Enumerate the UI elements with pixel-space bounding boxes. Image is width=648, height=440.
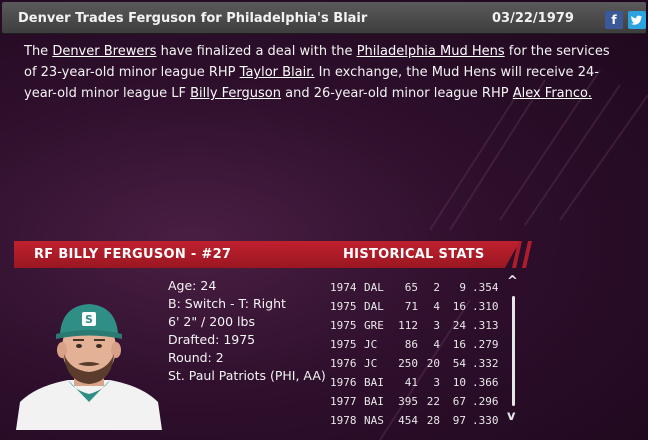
stat-hr: 4 [433, 300, 440, 313]
stat-year: 1978 [330, 414, 357, 427]
twitter-share-icon[interactable] [628, 11, 646, 29]
stat-ab: 71 [404, 300, 418, 313]
stat-year: 1977 [330, 395, 357, 408]
news-date: 03/22/1979 [492, 11, 574, 26]
stats-row: 1975 DAL 71 4 16 .310 [330, 297, 500, 316]
stat-hr: 3 [433, 376, 440, 389]
player-height-weight: 6' 2" / 200 lbs [168, 314, 255, 329]
stat-hr: 2 [433, 281, 440, 294]
stats-row: 1974 DAL 65 2 9 .354 [330, 278, 500, 297]
article-text: have finalized a deal with the [156, 44, 357, 59]
stat-rbi: 16 [452, 338, 466, 351]
stat-avg: .332 [472, 357, 499, 370]
stat-year: 1975 [330, 319, 357, 332]
stat-rbi: 10 [452, 376, 466, 389]
stat-team: NAS [364, 414, 384, 427]
stat-hr: 20 [426, 357, 440, 370]
news-header-bar: Denver Trades Ferguson for Philadelphia'… [2, 2, 646, 34]
player-draft-round: Round: 2 [168, 350, 224, 365]
stat-avg: .310 [472, 300, 499, 313]
stat-year: 1976 [330, 376, 357, 389]
stat-rbi: 97 [452, 414, 466, 427]
news-title: Denver Trades Ferguson for Philadelphia'… [18, 11, 368, 26]
stat-ab: 86 [404, 338, 418, 351]
stats-row: 1976 JC 250 20 54 .332 [330, 354, 500, 373]
stat-ab: 250 [398, 357, 418, 370]
stats-scrollbar[interactable] [512, 296, 515, 406]
stat-rbi: 9 [459, 281, 466, 294]
stat-year: 1974 [330, 281, 357, 294]
stat-ab: 112 [398, 319, 418, 332]
stats-row: 1975 JC 86 4 16 .279 [330, 335, 500, 354]
player-age: Age: 24 [168, 278, 217, 293]
stat-hr: 28 [426, 414, 440, 427]
stat-avg: .330 [472, 414, 499, 427]
stat-hr: 22 [426, 395, 440, 408]
stat-ab: 395 [398, 395, 418, 408]
stat-year: 1975 [330, 338, 357, 351]
player-team: St. Paul Patriots (PHI, AA) [168, 368, 326, 383]
stat-avg: .279 [472, 338, 499, 351]
stat-ab: 41 [404, 376, 418, 389]
player-drafted: Drafted: 1975 [168, 332, 256, 347]
player-portrait: S [16, 304, 162, 430]
player-bats-throws: B: Switch - T: Right [168, 296, 286, 311]
stats-row: 1977 BAI 395 22 67 .296 [330, 392, 500, 411]
stat-year: 1976 [330, 357, 357, 370]
historical-stats-table: 1974 DAL 65 2 9 .354 1975 DAL 71 4 16 .3… [330, 278, 500, 430]
stat-team: BAI [364, 376, 384, 389]
stat-rbi: 54 [452, 357, 466, 370]
article-text: and 26-year-old minor league RHP [280, 86, 513, 101]
stat-team: DAL [364, 300, 384, 313]
scroll-down-arrow-icon[interactable]: v [507, 409, 515, 424]
stat-rbi: 24 [452, 319, 466, 332]
news-article-body: The Denver Brewers have finalized a deal… [24, 41, 624, 104]
stat-rbi: 16 [452, 300, 466, 313]
stat-team: GRE [364, 319, 384, 332]
stat-rbi: 67 [452, 395, 466, 408]
stat-avg: .313 [472, 319, 499, 332]
stat-avg: .296 [472, 395, 499, 408]
player-name-heading[interactable]: RF BILLY FERGUSON - #27 [34, 247, 231, 262]
stats-row: 1975 GRE 112 3 24 .313 [330, 316, 500, 335]
stat-team: BAI [364, 395, 384, 408]
band-stripe-decoration [522, 241, 532, 268]
stats-row: 1978 NAS 454 28 97 .330 [330, 411, 500, 430]
stat-year: 1975 [330, 300, 357, 313]
scroll-up-arrow-icon[interactable]: ^ [507, 274, 518, 289]
stat-team: JC [364, 357, 378, 370]
team-link-philadelphia-mud-hens[interactable]: Philadelphia Mud Hens [357, 44, 505, 59]
historical-stats-heading: HISTORICAL STATS [343, 247, 485, 262]
stat-avg: .354 [472, 281, 499, 294]
stat-hr: 3 [433, 319, 440, 332]
team-link-denver-brewers[interactable]: Denver Brewers [52, 44, 156, 59]
player-link-alex-franco[interactable]: Alex Franco. [513, 86, 592, 101]
article-text: The [24, 44, 53, 59]
player-bio: Age: 24 B: Switch - T: Right 6' 2" / 200… [168, 277, 326, 385]
stat-ab: 454 [398, 414, 418, 427]
cap-logo: S [85, 313, 93, 326]
stat-hr: 4 [433, 338, 440, 351]
facebook-share-icon[interactable]: f [605, 11, 623, 29]
stats-row: 1976 BAI 41 3 10 .366 [330, 373, 500, 392]
stat-avg: .366 [472, 376, 499, 389]
player-link-taylor-blair[interactable]: Taylor Blair. [240, 65, 315, 80]
player-link-billy-ferguson[interactable]: Billy Ferguson [190, 86, 281, 101]
stat-team: JC [364, 338, 378, 351]
stat-ab: 65 [404, 281, 418, 294]
stat-team: DAL [364, 281, 384, 294]
